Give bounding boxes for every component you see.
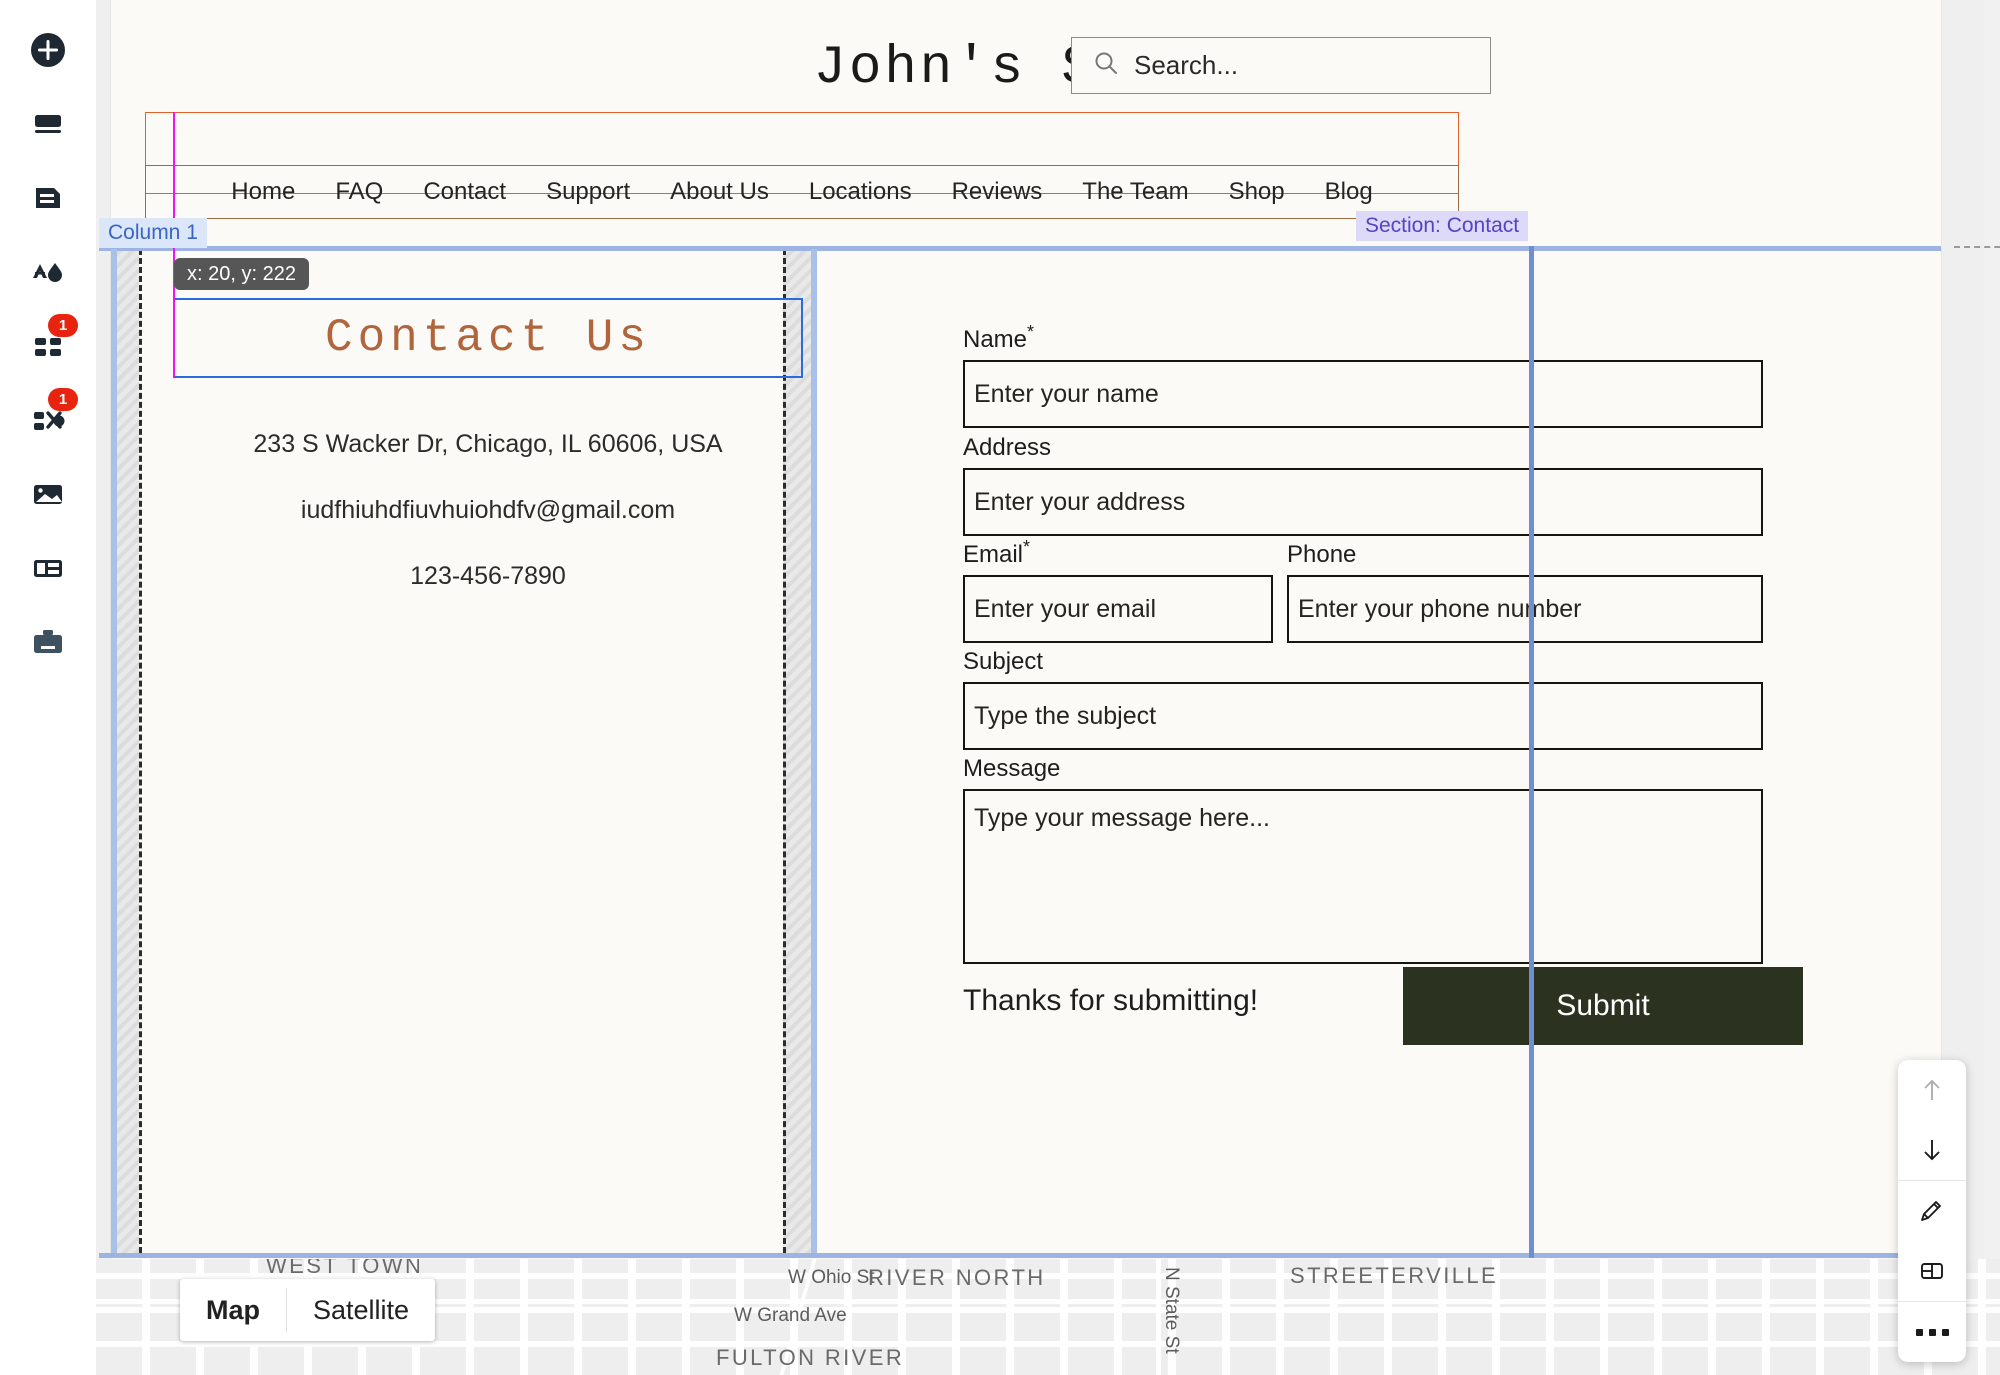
field-message-label: Message — [963, 755, 1061, 782]
map-type-toggle: Map Satellite — [180, 1279, 436, 1341]
email-placeholder: Enter your email — [974, 594, 1157, 623]
add-icon[interactable] — [20, 22, 76, 78]
document-icon[interactable] — [20, 170, 76, 226]
section-label-chip[interactable]: Section: Contact — [1356, 211, 1529, 241]
message-placeholder: Type your message here... — [974, 804, 1270, 832]
field-address-label: Address — [963, 434, 1052, 461]
column-left-dashed-guide — [139, 249, 142, 1253]
nav-item-reviews[interactable]: Reviews — [932, 178, 1063, 206]
satellite-view-button[interactable]: Satellite — [287, 1279, 435, 1341]
field-address: Address Enter your address — [963, 430, 1763, 536]
edit-pencil-icon[interactable] — [1898, 1181, 1966, 1241]
element-float-toolbar — [1898, 1060, 1966, 1362]
nav-item-blog[interactable]: Blog — [1305, 178, 1393, 206]
nav-item-locations[interactable]: Locations — [789, 178, 932, 206]
contact-form: Name* Enter your name Address Enter your… — [817, 249, 1941, 1253]
business-icon[interactable] — [20, 614, 76, 670]
nav-item-shop[interactable]: Shop — [1209, 178, 1305, 206]
column-right-edge — [811, 249, 817, 1253]
map-label-w-ohio-st: W Ohio St — [788, 1267, 875, 1288]
map-label-streeterville: STREETERVILLE — [1290, 1263, 1499, 1288]
nav-item-about-us[interactable]: About Us — [650, 178, 789, 206]
canvas-right-scrollbar[interactable] — [1984, 0, 2000, 1375]
subject-placeholder: Type the subject — [974, 701, 1157, 730]
email-input[interactable]: Enter your email — [963, 575, 1273, 643]
field-subject-label: Subject — [963, 648, 1044, 675]
search-placeholder: Search... — [1134, 50, 1239, 80]
integrations-badge: 1 — [48, 388, 78, 411]
nav-item-support[interactable]: Support — [526, 178, 650, 206]
site-nav: Home FAQ Contact Support About Us Locati… — [145, 168, 1459, 216]
address-placeholder: Enter your address — [974, 487, 1186, 516]
field-name: Name* Enter your name — [963, 322, 1763, 428]
map-view-button[interactable]: Map — [180, 1279, 286, 1341]
name-placeholder: Enter your name — [974, 379, 1159, 408]
editor-canvas: John's Shoes Search... Home FAQ Contact … — [96, 0, 2000, 1375]
column-label-chip[interactable]: Column 1 — [99, 218, 207, 248]
address-input[interactable]: Enter your address — [963, 468, 1763, 536]
search-input[interactable]: Search... — [1071, 37, 1491, 94]
nav-item-the-team[interactable]: The Team — [1062, 178, 1208, 206]
contact-phone: 123-456-7890 — [410, 562, 566, 590]
layout-split-icon[interactable] — [1898, 1241, 1966, 1301]
media-icon[interactable] — [20, 466, 76, 522]
contact-heading-selection[interactable]: Contact Us — [173, 298, 803, 378]
phone-placeholder: Enter your phone number — [1298, 594, 1582, 623]
field-phone-label: Phone — [1287, 541, 1357, 568]
website-page: John's Shoes Search... Home FAQ Contact … — [99, 0, 2000, 1375]
apps-icon[interactable]: 1 — [20, 314, 78, 374]
column-right-dashed-guide — [783, 249, 786, 1253]
nav-item-faq[interactable]: FAQ — [315, 178, 403, 206]
phone-input[interactable]: Enter your phone number — [1287, 575, 1763, 643]
map-embed[interactable]: WEST TOWN W Ohio St RIVER NORTH N State … — [96, 1259, 2000, 1375]
field-email-label: Email* — [963, 537, 1031, 568]
editor-left-rail: 1 1 — [0, 0, 96, 1375]
submit-button[interactable]: Submit — [1403, 967, 1803, 1045]
theme-icon[interactable] — [20, 244, 76, 300]
layout-icon[interactable] — [20, 540, 76, 596]
column-1 — [111, 249, 811, 1253]
field-subject: Subject Type the subject — [963, 644, 1763, 750]
subject-input[interactable]: Type the subject — [963, 682, 1763, 750]
pages-icon[interactable] — [20, 96, 76, 152]
name-input[interactable]: Enter your name — [963, 360, 1763, 428]
integrations-icon[interactable]: 1 — [20, 388, 78, 448]
column-right-gutter — [783, 249, 811, 1253]
message-textarea[interactable]: Type your message here... — [963, 789, 1763, 964]
field-message: Message Type your message here... — [963, 751, 1763, 964]
field-name-label: Name* — [963, 322, 1035, 353]
field-email: Email* Enter your email — [963, 537, 1273, 643]
column-left-edge — [111, 249, 117, 1253]
map-label-fulton-river: FULTON RIVER — [716, 1345, 905, 1370]
contact-address: 233 S Wacker Dr, Chicago, IL 60606, USA — [253, 430, 723, 458]
map-label-west-town: WEST TOWN — [266, 1259, 424, 1278]
more-options-icon[interactable] — [1898, 1302, 1966, 1362]
nav-item-contact[interactable]: Contact — [403, 178, 526, 206]
apps-badge: 1 — [48, 314, 78, 337]
map-label-n-state-st: N State St — [1161, 1267, 1182, 1354]
move-down-icon[interactable] — [1898, 1120, 1966, 1180]
contact-heading-text: Contact Us — [324, 312, 652, 364]
field-phone: Phone Enter your phone number — [1287, 537, 1763, 643]
nav-item-home[interactable]: Home — [211, 178, 315, 206]
map-road-horizontal — [96, 1341, 2000, 1346]
contact-email: iudfhiuhdfiuvhuiohdfv@gmail.com — [300, 496, 676, 524]
page-title: John's Shoes — [813, 38, 1239, 99]
map-label-river-north: RIVER NORTH — [868, 1265, 1046, 1290]
search-icon — [1092, 49, 1120, 82]
move-up-icon[interactable] — [1898, 1060, 1966, 1120]
coordinate-tooltip: x: 20, y: 222 — [174, 258, 309, 290]
map-label-w-grand-ave: W Grand Ave — [734, 1305, 847, 1326]
